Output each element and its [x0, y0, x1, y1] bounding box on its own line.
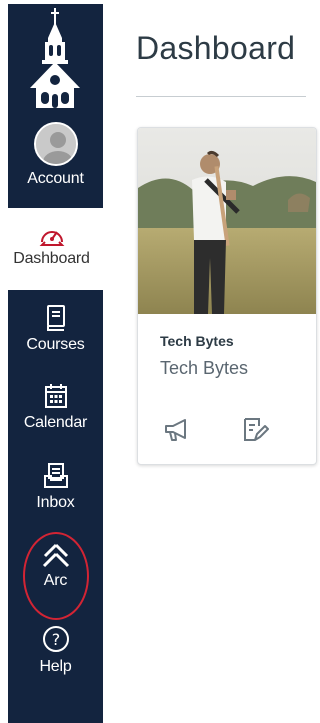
book-icon	[46, 305, 65, 331]
nav-item-account[interactable]: Account	[8, 122, 103, 188]
speedometer-icon	[39, 231, 64, 246]
assignment-edit-icon	[244, 418, 269, 441]
nav-item-calendar[interactable]: Calendar	[8, 382, 103, 432]
nav-item-inbox[interactable]: Inbox	[8, 462, 103, 512]
avatar	[33, 122, 78, 166]
help-icon: ?	[42, 626, 69, 652]
course-hero-photo	[138, 128, 316, 314]
calendar-icon	[44, 384, 67, 408]
svg-text:?: ?	[51, 630, 60, 649]
arc-highlight-circle	[23, 532, 89, 620]
announcements-icon-button[interactable]	[160, 413, 194, 447]
nav-item-label: Help	[39, 658, 72, 675]
clock-tower-logo-icon	[30, 8, 80, 108]
nav-item-label: Courses	[26, 336, 85, 353]
nav-item-label: Account	[27, 170, 84, 187]
institution-logo[interactable]	[8, 4, 103, 114]
nav-item-label: Dashboard	[13, 250, 90, 267]
header-divider	[136, 96, 306, 97]
nav-item-dashboard[interactable]: Dashboard	[0, 208, 103, 290]
assignments-icon-button[interactable]	[238, 413, 272, 447]
page-title: Dashboard	[136, 30, 296, 66]
nav-item-label: Calendar	[23, 414, 88, 431]
inbox-icon	[43, 463, 68, 488]
nav-item-label: Inbox	[36, 494, 75, 511]
course-code[interactable]: Tech Bytes	[160, 333, 234, 349]
nav-item-help[interactable]: ? Help	[8, 624, 103, 676]
course-card-image[interactable]	[138, 128, 316, 314]
course-name[interactable]: Tech Bytes	[160, 358, 248, 379]
course-card[interactable]: Tech Bytes Tech Bytes	[137, 127, 317, 465]
nav-item-courses[interactable]: Courses	[8, 304, 103, 354]
megaphone-icon	[165, 419, 186, 441]
user-avatar-icon	[35, 124, 76, 164]
